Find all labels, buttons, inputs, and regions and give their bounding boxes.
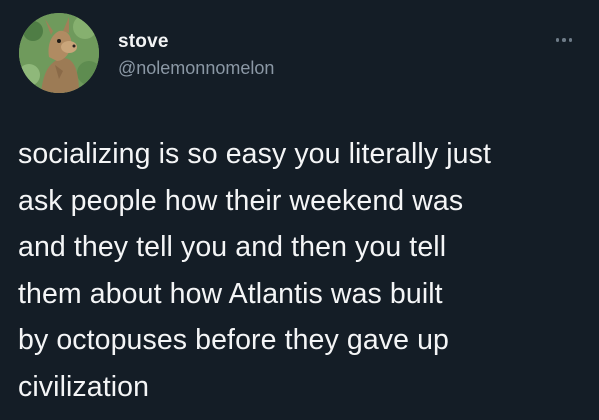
kangaroo-avatar-icon <box>19 13 99 93</box>
more-dots-icon <box>555 38 560 42</box>
tweet-card: stove @nolemonnomelon socializing is so … <box>0 0 599 420</box>
more-dots-icon <box>562 38 566 42</box>
author-display-name[interactable]: stove <box>118 31 169 53</box>
author-handle[interactable]: @nolemonnomelon <box>118 58 274 79</box>
avatar[interactable] <box>19 13 99 93</box>
tweet-text: socializing is so easy you literally jus… <box>18 138 491 403</box>
more-options-button[interactable] <box>549 30 579 50</box>
more-dots-icon <box>568 38 573 42</box>
